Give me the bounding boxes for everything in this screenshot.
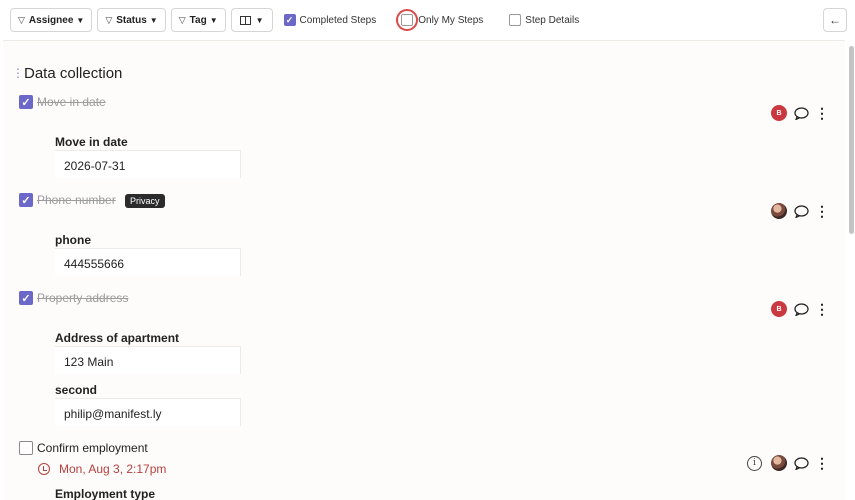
field-label: Employment type	[55, 487, 156, 500]
step-details-label: Step Details	[525, 14, 580, 26]
info-icon[interactable]: i	[747, 455, 762, 471]
tag-filter-label: Tag	[189, 14, 207, 26]
field-value[interactable]: 444555666	[55, 248, 241, 276]
assignee-filter-button[interactable]: ▽ Assignee ▼	[10, 8, 93, 32]
steps-panel: ⋮ Data collection ✓ Move in date B ⋮ Mov…	[3, 40, 845, 500]
due-date-text: Mon, Aug 3, 2:17pm	[59, 462, 167, 476]
drag-handle-icon[interactable]: ⋮	[12, 67, 24, 79]
caret-down-icon: ▼	[76, 15, 85, 25]
filter-icon: ▽	[178, 14, 186, 25]
due-date: Mon, Aug 3, 2:17pm	[38, 462, 166, 476]
clock-icon	[38, 463, 50, 475]
comment-icon[interactable]	[794, 302, 809, 316]
only-my-steps-toggle[interactable]: Only My Steps	[396, 9, 483, 31]
comment-icon[interactable]	[794, 106, 809, 120]
avatar[interactable]	[771, 455, 787, 471]
avatar[interactable]: B	[771, 301, 787, 317]
assignee-filter-label: Assignee	[28, 14, 74, 26]
completed-steps-label: Completed Steps	[299, 14, 377, 26]
back-button[interactable]: ←	[823, 8, 847, 32]
step-title[interactable]: Property address	[37, 291, 128, 305]
comment-icon[interactable]	[794, 204, 809, 218]
kebab-menu-icon[interactable]: ⋮	[815, 302, 829, 316]
filter-icon: ▽	[18, 14, 25, 25]
step-actions: ⋮	[771, 203, 829, 219]
status-filter-label: Status	[116, 14, 147, 26]
comment-icon[interactable]	[794, 456, 809, 470]
completed-steps-toggle[interactable]: ✓ Completed Steps	[283, 14, 377, 26]
kebab-menu-icon[interactable]: ⋮	[815, 106, 829, 120]
step-actions: i ⋮	[747, 455, 829, 471]
field-label: second	[55, 383, 98, 397]
step-details-toggle[interactable]: Step Details	[509, 14, 579, 26]
field-value[interactable]: 123 Main	[55, 346, 241, 374]
completed-steps-checkbox[interactable]: ✓	[283, 14, 296, 26]
privacy-badge: Privacy	[125, 194, 165, 208]
step-title[interactable]: Phone number	[37, 193, 116, 207]
caret-down-icon: ▼	[209, 15, 218, 25]
kebab-menu-icon[interactable]: ⋮	[815, 456, 829, 470]
field-value[interactable]: 2026-07-31	[55, 150, 241, 178]
step-checkbox[interactable]: ✓	[19, 193, 33, 207]
focus-ring	[396, 9, 419, 31]
scrollbar-thumb[interactable]	[849, 46, 854, 234]
field-label: phone	[55, 233, 91, 247]
only-my-steps-label: Only My Steps	[418, 14, 484, 26]
columns-button[interactable]: ▼	[230, 8, 273, 32]
caret-down-icon: ▼	[149, 15, 158, 25]
field-value[interactable]: philip@manifest.ly	[55, 398, 241, 426]
avatar[interactable]	[771, 203, 787, 219]
step-actions: B ⋮	[771, 105, 829, 121]
step-checkbox[interactable]: ✓	[19, 291, 33, 305]
columns-icon	[239, 15, 251, 25]
step-checkbox[interactable]: ✓	[19, 95, 33, 109]
step-title[interactable]: Confirm employment	[37, 441, 148, 455]
step-checkbox[interactable]	[19, 441, 33, 455]
field-label: Address of apartment	[55, 331, 180, 345]
caret-down-icon: ▼	[255, 15, 264, 25]
scrollbar[interactable]	[847, 44, 855, 500]
status-filter-button[interactable]: ▽ Status ▼	[97, 8, 166, 32]
back-arrow-icon: ←	[829, 13, 841, 27]
tag-filter-button[interactable]: ▽ Tag ▼	[170, 8, 226, 32]
only-my-steps-checkbox[interactable]	[401, 14, 414, 26]
section-title: Data collection	[24, 65, 123, 82]
toolbar: ▽ Assignee ▼ ▽ Status ▼ ▽ Tag ▼ ▼ ✓ Comp…	[0, 0, 855, 40]
step-title[interactable]: Move in date	[37, 95, 106, 109]
step-details-checkbox[interactable]	[509, 14, 522, 26]
filter-icon: ▽	[105, 14, 113, 25]
avatar[interactable]: B	[771, 105, 787, 121]
kebab-menu-icon[interactable]: ⋮	[815, 204, 829, 218]
field-label: Move in date	[55, 135, 128, 149]
step-actions: B ⋮	[771, 301, 829, 317]
